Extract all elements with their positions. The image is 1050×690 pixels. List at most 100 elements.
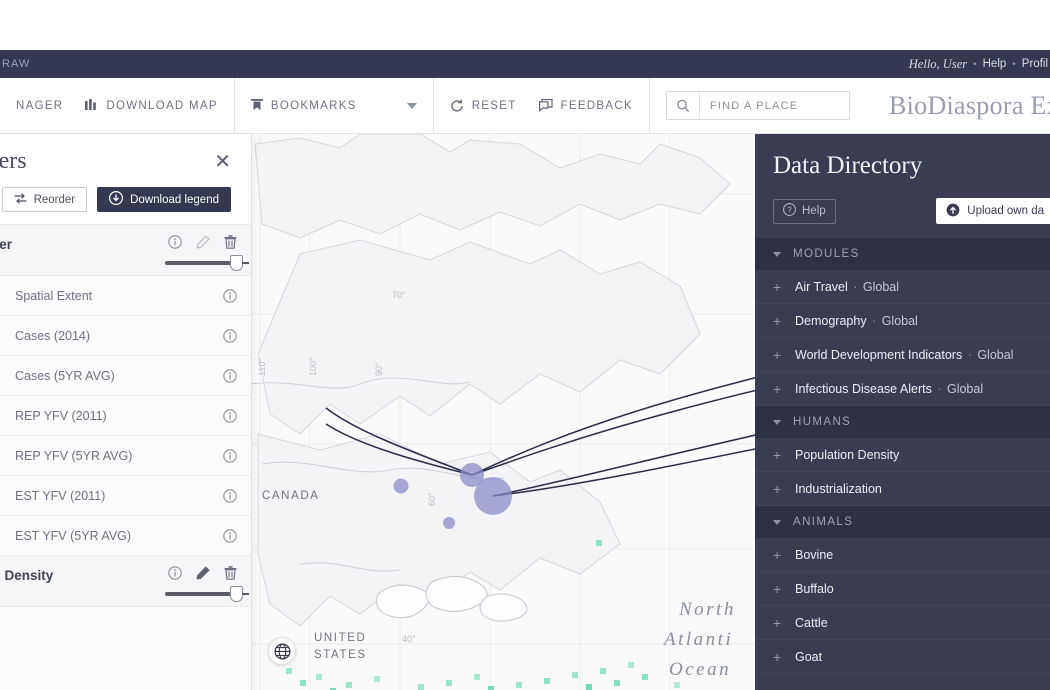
dd-item-label: Bovine xyxy=(795,547,834,562)
reset-label: RESET xyxy=(471,99,517,112)
info-icon[interactable] xyxy=(168,235,182,254)
edit-icon[interactable] xyxy=(196,566,210,585)
svg-text:?: ? xyxy=(787,205,792,214)
layer-row[interactable]: Cases (5YR AVG) xyxy=(0,356,251,396)
layer-row-label: Cases (2014) xyxy=(15,328,91,343)
top-white-strip xyxy=(0,0,1050,50)
info-icon[interactable] xyxy=(223,328,237,343)
layer-manager-button[interactable]: NAGER xyxy=(16,100,63,112)
info-icon[interactable] xyxy=(223,488,237,503)
feedback-button[interactable]: FEEDBACK xyxy=(538,99,633,112)
dd-item-name: Demography xyxy=(795,313,867,328)
bookmarks-button[interactable]: BOOKMARKS xyxy=(250,99,357,112)
dd-item-buffalo[interactable]: + Buffalo xyxy=(755,572,1050,606)
profile-link[interactable]: Profil xyxy=(1022,58,1048,70)
plus-icon[interactable]: + xyxy=(773,280,782,294)
plus-icon[interactable]: + xyxy=(773,448,782,462)
data-directory-list: MODULES + Air Travel · Global + Demograp… xyxy=(755,238,1050,690)
opacity-slider[interactable] xyxy=(165,586,249,602)
utility-bar: RAW Hello, User • Help • Profil xyxy=(0,50,1050,78)
plus-icon[interactable]: + xyxy=(773,548,782,562)
dd-item-goat[interactable]: + Goat xyxy=(755,640,1050,674)
download-map-button[interactable]: DOWNLOAD MAP xyxy=(85,99,217,112)
info-icon[interactable] xyxy=(223,408,237,423)
close-icon[interactable]: ✕ xyxy=(214,152,235,172)
reset-button[interactable]: RESET xyxy=(450,99,517,113)
feedback-icon xyxy=(538,99,553,112)
edit-icon[interactable] xyxy=(196,235,210,254)
dd-item-demography[interactable]: + Demography · Global xyxy=(755,304,1050,338)
globe-icon[interactable] xyxy=(268,637,296,665)
data-directory-header: Data Directory ? Help Upload own da xyxy=(755,134,1050,224)
delete-icon[interactable] xyxy=(224,566,237,585)
dd-item-cattle[interactable]: + Cattle xyxy=(755,606,1050,640)
help-link[interactable]: Help xyxy=(983,58,1007,70)
layers-panel-header: ayers ✕ Reorder Download legend xyxy=(0,134,251,225)
layer-row[interactable]: REP YFV (2011) xyxy=(0,396,251,436)
dd-section-modules[interactable]: MODULES xyxy=(755,238,1050,270)
layer-opacity-slider-wrap xyxy=(0,254,249,271)
dd-section-label: ANIMALS xyxy=(793,516,854,528)
layer-row-label: EST YFV (5YR AVG) xyxy=(15,528,132,543)
main-toolbar: NAGER DOWNLOAD MAP BOOKMARKS RESET FEEDB… xyxy=(0,78,1050,134)
dd-section-animals[interactable]: ANIMALS xyxy=(755,506,1050,538)
info-icon[interactable] xyxy=(223,448,237,463)
dd-item-scope: Global xyxy=(881,313,918,328)
dd-item-scope: Global xyxy=(977,347,1014,362)
info-icon[interactable] xyxy=(223,368,237,383)
delete-icon[interactable] xyxy=(224,235,237,254)
dd-item-bovine[interactable]: + Bovine xyxy=(755,538,1050,572)
layer-row-label: REP YFV (5YR AVG) xyxy=(15,448,133,463)
layer-row[interactable]: Cases (2014) xyxy=(0,316,251,356)
opacity-slider[interactable] xyxy=(165,255,249,271)
upload-own-data-button[interactable]: Upload own da xyxy=(936,198,1050,224)
reset-icon xyxy=(450,99,464,113)
dd-item-world-development-indicators[interactable]: + World Development Indicators · Global xyxy=(755,338,1050,372)
dd-section-humans[interactable]: HUMANS xyxy=(755,406,1050,438)
bookmarks-chevron-down-icon[interactable] xyxy=(406,102,417,109)
draw-tool-label[interactable]: RAW xyxy=(0,58,30,70)
dd-item-scope: Global xyxy=(946,381,984,396)
help-button[interactable]: ? Help xyxy=(773,198,836,224)
dd-item-label: Demography · Global xyxy=(795,313,918,328)
upload-own-data-label: Upload own da xyxy=(967,205,1044,217)
plus-icon[interactable]: + xyxy=(773,616,782,630)
download-legend-button[interactable]: Download legend xyxy=(97,187,231,212)
dd-item-label: Goat xyxy=(795,649,823,664)
svg-text:UNITED: UNITED xyxy=(314,632,366,644)
slider-knob[interactable] xyxy=(230,255,249,271)
layer-row[interactable]: EST YFV (2011) xyxy=(0,476,251,516)
plus-icon[interactable]: + xyxy=(773,382,782,396)
layer-row[interactable]: REP YFV (5YR AVG) xyxy=(0,436,251,476)
search-box[interactable] xyxy=(665,91,850,120)
dd-item-label: World Development Indicators · Global xyxy=(795,347,1014,362)
data-directory-actions: ? Help Upload own da xyxy=(773,198,1050,224)
plus-icon[interactable]: + xyxy=(773,314,782,328)
help-button-label: Help xyxy=(802,205,826,217)
layer-row[interactable]: EST YFV (5YR AVG) xyxy=(0,516,251,556)
flight-node xyxy=(393,478,409,494)
svg-text:Ocean: Ocean xyxy=(669,659,731,680)
layer-group-header[interactable]: Fever xyxy=(0,225,251,276)
plus-icon[interactable]: + xyxy=(773,650,782,664)
dd-item-air-travel[interactable]: + Air Travel · Global xyxy=(755,270,1050,304)
info-icon[interactable] xyxy=(168,566,182,585)
info-icon[interactable] xyxy=(223,528,237,543)
layer-row-label: Spatial Extent xyxy=(15,288,93,303)
search-input[interactable] xyxy=(698,92,849,119)
dd-item-label: Buffalo xyxy=(795,581,834,596)
layer-row[interactable]: Spatial Extent xyxy=(0,276,251,316)
dd-item-label: Infectious Disease Alerts · Global xyxy=(795,381,984,396)
download-map-icon xyxy=(85,99,98,112)
dd-item-population-density[interactable]: + Population Density xyxy=(755,438,1050,472)
reorder-button[interactable]: Reorder xyxy=(1,187,88,212)
plus-icon[interactable]: + xyxy=(773,348,782,362)
dd-item-industrialization[interactable]: + Industrialization xyxy=(755,472,1050,506)
slider-knob[interactable] xyxy=(230,586,249,602)
layer-group-header[interactable]: tion Density xyxy=(0,556,251,607)
plus-icon[interactable]: + xyxy=(773,582,782,596)
toolbar-group-actions: RESET FEEDBACK xyxy=(434,78,650,133)
info-icon[interactable] xyxy=(223,288,237,303)
dd-item-infectious-disease-alerts[interactable]: + Infectious Disease Alerts · Global xyxy=(755,372,1050,406)
plus-icon[interactable]: + xyxy=(773,482,782,496)
